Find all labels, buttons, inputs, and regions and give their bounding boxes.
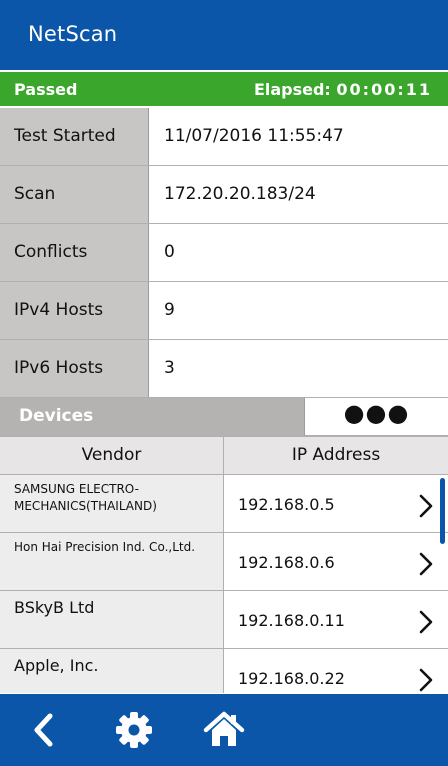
devices-table-header: Vendor IP Address [0,436,448,475]
summary-row-ipv4-hosts: IPv4 Hosts 9 [0,282,448,340]
test-result: Passed [14,80,78,99]
list-scrollbar[interactable] [440,478,445,544]
status-bar: Passed Elapsed: 00:00:11 [0,70,448,108]
summary-label: Scan [0,166,149,223]
more-icon: ●●● [343,399,410,427]
vendor-cell: Apple, Inc. [0,649,224,693]
devices-tab-label: Devices [19,406,94,426]
app-title: NetScan [28,22,118,46]
summary-table: Test Started 11/07/2016 11:55:47 Scan 17… [0,108,448,398]
chevron-right-icon[interactable] [416,493,436,519]
summary-row-ipv6-hosts: IPv6 Hosts 3 [0,340,448,398]
ip-cell: 192.168.0.11 [238,611,345,630]
vendor-cell: Hon Hai Precision Ind. Co.,Ltd. [0,533,224,590]
ip-cell: 192.168.0.6 [238,553,335,572]
table-row[interactable]: SAMSUNG ELECTRO-MECHANICS(THAILAND) 192.… [0,475,448,533]
chevron-right-icon[interactable] [416,551,436,577]
devices-bar: Devices ●●● [0,398,448,436]
column-header-vendor[interactable]: Vendor [0,437,224,474]
home-icon[interactable] [202,708,246,752]
summary-row-test-started: Test Started 11/07/2016 11:55:47 [0,108,448,166]
back-icon[interactable] [24,708,68,752]
column-header-ip-address[interactable]: IP Address [224,437,448,474]
elapsed-value: 00:00:11 [336,80,432,99]
summary-value: 172.20.20.183/24 [164,184,316,204]
summary-value: 3 [164,358,175,378]
summary-label: IPv4 Hosts [0,282,149,339]
vendor-cell: SAMSUNG ELECTRO-MECHANICS(THAILAND) [0,475,224,532]
title-bar: NetScan [0,0,448,70]
tab-devices[interactable]: Devices [0,398,304,436]
devices-list[interactable]: SAMSUNG ELECTRO-MECHANICS(THAILAND) 192.… [0,475,448,693]
table-row[interactable]: Hon Hai Precision Ind. Co.,Ltd. 192.168.… [0,533,448,591]
ip-cell: 192.168.0.5 [238,495,335,514]
chevron-right-icon[interactable] [416,667,436,693]
elapsed-timer: Elapsed: 00:00:11 [254,80,432,99]
table-row[interactable]: Apple, Inc. 192.168.0.22 [0,649,448,693]
chevron-right-icon[interactable] [416,609,436,635]
summary-label: Test Started [0,108,149,165]
more-button[interactable]: ●●● [304,398,448,436]
summary-label: IPv6 Hosts [0,340,149,397]
summary-value: 11/07/2016 11:55:47 [164,126,344,146]
summary-value: 9 [164,300,175,320]
bottom-nav [0,694,448,766]
gear-icon[interactable] [112,708,156,752]
summary-row-scan: Scan 172.20.20.183/24 [0,166,448,224]
summary-label: Conflicts [0,224,149,281]
vendor-cell: BSkyB Ltd [0,591,224,648]
elapsed-label: Elapsed: [253,80,331,99]
table-row[interactable]: BSkyB Ltd 192.168.0.11 [0,591,448,649]
ip-cell: 192.168.0.22 [238,669,345,688]
summary-value: 0 [164,242,175,262]
summary-row-conflicts: Conflicts 0 [0,224,448,282]
